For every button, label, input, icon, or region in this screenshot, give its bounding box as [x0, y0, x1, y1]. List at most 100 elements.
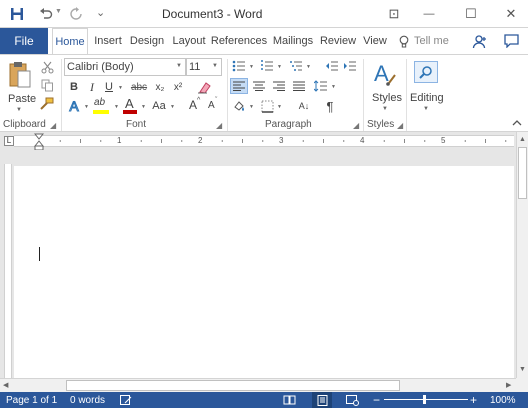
horizontal-scrollbar[interactable]: ◀ ▶: [0, 378, 516, 392]
shading-icon[interactable]: [231, 98, 247, 114]
zoom-slider-track[interactable]: [384, 399, 468, 400]
file-tab[interactable]: File: [0, 28, 48, 54]
tell-me-search[interactable]: Tell me: [414, 35, 449, 47]
styles-button[interactable]: A Styles ▼: [368, 59, 402, 117]
format-painter-icon[interactable]: [38, 95, 56, 111]
tab-home[interactable]: Home: [52, 28, 88, 55]
font-group-label: Font: [126, 119, 147, 130]
numbering-icon[interactable]: [259, 59, 275, 73]
shrink-font-button[interactable]: A ˇ: [207, 97, 221, 115]
customize-toolbar-icon[interactable]: ⌄: [96, 6, 105, 19]
font-color-dropdown-icon[interactable]: ▼: [141, 104, 146, 110]
font-name-combobox[interactable]: Calibri (Body) ▼: [64, 58, 186, 76]
scroll-up-icon[interactable]: ▲: [519, 136, 526, 143]
font-size-combobox[interactable]: 11 ▼: [186, 58, 222, 76]
sort-button[interactable]: A↓: [296, 98, 312, 114]
show-formatting-button[interactable]: ¶: [322, 98, 338, 114]
vertical-scrollbar[interactable]: ▲ ▼: [516, 132, 528, 378]
close-button[interactable]: ✕: [498, 4, 524, 24]
scroll-left-icon[interactable]: ◀: [3, 381, 8, 389]
redo-icon[interactable]: [68, 5, 84, 23]
superscript-button[interactable]: x²: [170, 79, 186, 95]
print-layout-icon[interactable]: [312, 392, 332, 408]
styles-launcher-icon[interactable]: ◢: [397, 121, 403, 130]
borders-icon[interactable]: [259, 98, 275, 114]
font-color-button[interactable]: A: [122, 96, 138, 115]
clear-format-icon[interactable]: [196, 79, 212, 95]
undo-dropdown-icon[interactable]: ▼: [55, 8, 62, 15]
minimize-button[interactable]: —: [416, 4, 442, 24]
zoom-out-button[interactable]: −: [373, 392, 380, 408]
vertical-ruler: [4, 164, 12, 378]
scroll-down-icon[interactable]: ▼: [519, 366, 526, 373]
underline-button[interactable]: U: [102, 79, 116, 95]
tab-insert[interactable]: Insert: [91, 28, 125, 54]
borders-dropdown-icon[interactable]: ▼: [277, 104, 282, 110]
read-mode-icon[interactable]: [283, 392, 296, 408]
font-color-bar: [123, 110, 137, 114]
underline-dropdown-icon[interactable]: ▼: [118, 85, 123, 91]
change-case-button[interactable]: Aa: [150, 98, 168, 114]
word-count[interactable]: 0 words: [70, 392, 105, 408]
tab-view[interactable]: View: [361, 28, 389, 54]
align-left-icon[interactable]: [230, 78, 248, 94]
styles-group-label: Styles: [367, 119, 395, 130]
text-effects-dropdown-icon[interactable]: ▼: [84, 104, 89, 110]
comment-icon[interactable]: [502, 32, 520, 50]
shading-dropdown-icon[interactable]: ▼: [249, 104, 254, 110]
document-page[interactable]: [14, 166, 514, 378]
tab-layout[interactable]: Layout: [170, 28, 208, 54]
line-spacing-icon[interactable]: [313, 78, 329, 94]
font-launcher-icon[interactable]: ◢: [216, 121, 222, 130]
save-icon[interactable]: [8, 5, 26, 23]
subscript-button[interactable]: x₂: [152, 79, 168, 95]
italic-button[interactable]: I: [84, 79, 100, 95]
multilevel-dropdown-icon[interactable]: ▼: [306, 64, 311, 70]
tab-design[interactable]: Design: [128, 28, 166, 54]
copy-icon[interactable]: [38, 77, 56, 93]
web-layout-icon[interactable]: [346, 392, 359, 408]
highlight-dropdown-icon[interactable]: ▼: [114, 104, 119, 110]
ribbon-display-options-icon[interactable]: ⊡: [381, 4, 407, 24]
bullets-dropdown-icon[interactable]: ▼: [249, 64, 254, 70]
change-case-dropdown-icon[interactable]: ▼: [170, 104, 175, 110]
bold-button[interactable]: B: [66, 79, 82, 95]
zoom-slider-thumb[interactable]: [423, 395, 426, 404]
editing-dropdown-icon: ▼: [423, 106, 429, 112]
text-effects-button[interactable]: A: [66, 98, 82, 115]
scroll-thumb[interactable]: [66, 380, 400, 391]
zoom-in-button[interactable]: +: [470, 392, 477, 408]
scroll-right-icon[interactable]: ▶: [506, 381, 511, 389]
paste-button[interactable]: Paste ▼: [6, 59, 36, 115]
clipboard-launcher-icon[interactable]: ◢: [50, 121, 56, 130]
highlight-button[interactable]: ab: [92, 97, 112, 115]
align-right-icon[interactable]: [270, 78, 288, 94]
strikethrough-button[interactable]: abc: [128, 79, 150, 95]
center-icon[interactable]: [250, 78, 268, 94]
bullets-icon[interactable]: [231, 59, 247, 73]
scroll-thumb[interactable]: [518, 147, 527, 199]
line-spacing-dropdown-icon[interactable]: ▼: [331, 84, 336, 90]
styles-icon: A: [373, 61, 397, 90]
page-count[interactable]: Page 1 of 1: [6, 392, 57, 408]
zoom-level[interactable]: 100%: [490, 392, 516, 408]
proofing-icon[interactable]: [120, 392, 132, 408]
ruler-number: 4: [360, 136, 365, 145]
collapse-ribbon-icon[interactable]: [510, 117, 524, 129]
undo-icon[interactable]: [38, 5, 54, 23]
divider: [406, 59, 407, 131]
tab-references[interactable]: References: [211, 28, 267, 54]
multilevel-icon[interactable]: [288, 59, 304, 73]
editing-button[interactable]: Editing ▼: [408, 59, 444, 117]
paragraph-launcher-icon[interactable]: ◢: [353, 121, 359, 130]
increase-indent-icon[interactable]: [342, 59, 358, 73]
tab-mailings[interactable]: Mailings: [270, 28, 316, 54]
decrease-indent-icon[interactable]: [324, 59, 340, 73]
maximize-button[interactable]: ☐: [458, 4, 484, 24]
numbering-dropdown-icon[interactable]: ▼: [277, 64, 282, 70]
cut-icon[interactable]: [38, 59, 56, 75]
person-icon[interactable]: [470, 32, 488, 50]
justify-icon[interactable]: [290, 78, 308, 94]
tab-review[interactable]: Review: [319, 28, 357, 54]
grow-font-button[interactable]: A ^: [188, 97, 202, 115]
